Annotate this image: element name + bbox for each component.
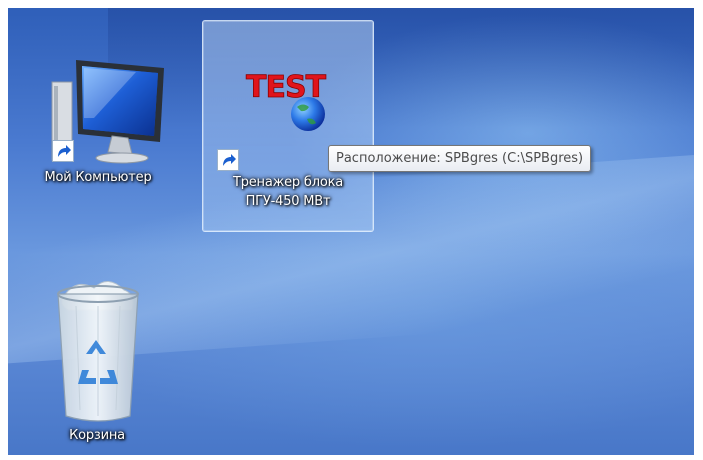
desktop[interactable]: Мой Компьютер TEST Тренажер блока ПГУ-45… — [8, 8, 694, 455]
screenshot-frame: Мой Компьютер TEST Тренажер блока ПГУ-45… — [0, 0, 703, 460]
test-logo-text: TEST — [246, 70, 327, 105]
computer-icon — [36, 48, 166, 168]
icon-label: Мой Компьютер — [44, 170, 152, 185]
shortcut-arrow-icon — [217, 149, 239, 171]
desktop-icon-my-computer[interactable]: Мой Компьютер — [26, 48, 176, 208]
shortcut-arrow-icon — [52, 140, 74, 162]
icon-label: Тренажер блока ПГУ-450 МВт — [232, 175, 344, 209]
desktop-icon-simulator[interactable]: TEST Тренажер блока ПГУ-450 МВт — [202, 20, 374, 232]
recycle-bin-icon — [32, 270, 162, 430]
location-tooltip: Расположение: SPBgres (C:\SPBgres) — [328, 145, 592, 172]
desktop-icon-recycle-bin[interactable]: Корзина — [22, 270, 172, 455]
